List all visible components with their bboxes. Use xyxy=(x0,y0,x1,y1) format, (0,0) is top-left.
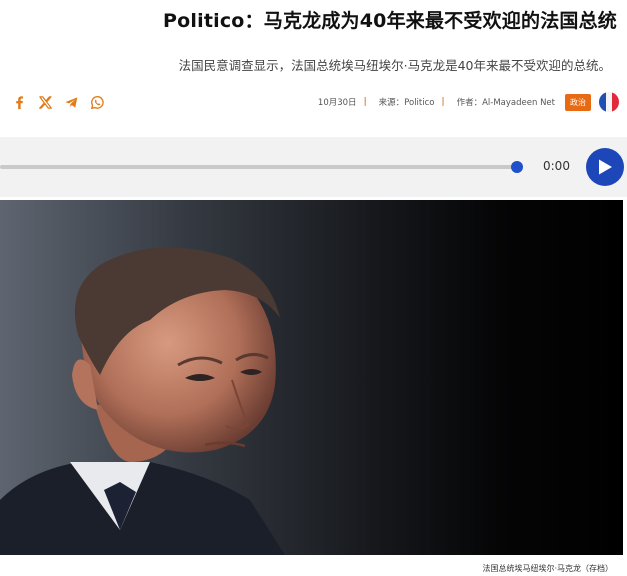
category-tag[interactable]: 政治 xyxy=(565,93,591,111)
play-button[interactable] xyxy=(586,148,624,186)
photo-caption: 法国总统埃马纽埃尔·马克龙（存档） xyxy=(482,564,613,573)
article-photo xyxy=(0,200,623,555)
article-author[interactable]: 作者：Al-Mayadeen Net xyxy=(457,96,555,108)
article-source[interactable]: 来源：Politico xyxy=(379,96,435,108)
share-bar xyxy=(12,92,105,112)
audio-progress-handle[interactable] xyxy=(511,161,523,173)
article-subtitle: 法国民意调查显示，法国总统埃马纽埃尔·马克龙是40年来最不受欢迎的总统。 xyxy=(178,58,611,73)
article-meta: 10月30日 | 来源：Politico | 作者：Al-Mayadeen Net … xyxy=(318,90,619,114)
publish-date: 10月30日 xyxy=(317,98,357,108)
audio-progress-track[interactable] xyxy=(0,165,520,169)
portrait-illustration xyxy=(0,247,285,555)
play-icon xyxy=(599,159,612,175)
audio-time: 0:00 xyxy=(543,159,570,173)
telegram-icon[interactable] xyxy=(64,95,79,110)
whatsapp-icon[interactable] xyxy=(90,95,105,110)
meta-separator: | xyxy=(441,97,445,107)
facebook-icon[interactable] xyxy=(12,95,27,110)
x-icon[interactable] xyxy=(38,95,53,110)
audio-player: 0:00 xyxy=(0,137,627,197)
meta-separator: | xyxy=(363,97,367,107)
france-flag-icon[interactable] xyxy=(599,92,619,112)
article-headline: Politico：马克龙成为40年来最不受欢迎的法国总统 xyxy=(163,10,617,32)
